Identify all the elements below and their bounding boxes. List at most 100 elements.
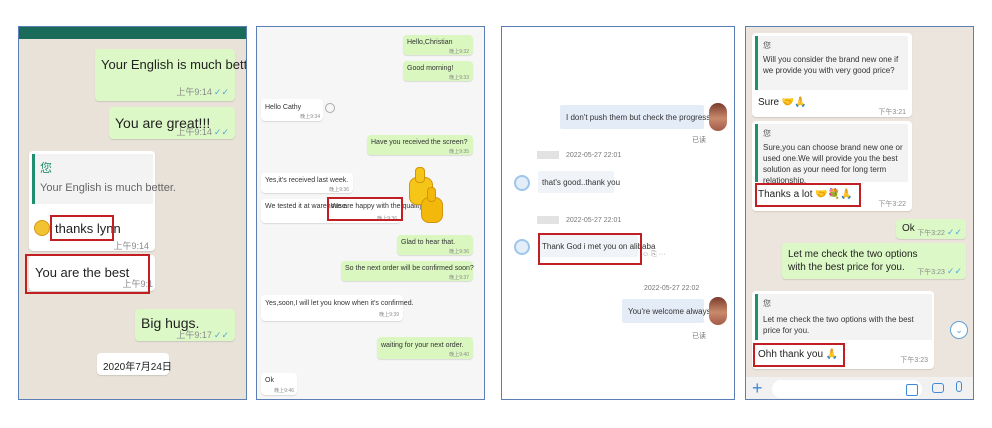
- message-time: 上午9:17 ✓✓: [176, 330, 229, 340]
- message-text: Sure 🤝🙏: [758, 97, 807, 108]
- message-time: 上午9:14: [113, 241, 149, 251]
- sticker-icon[interactable]: [906, 384, 918, 396]
- message-time: 上午9:14 ✓✓: [176, 87, 229, 97]
- incoming-message[interactable]: Hello Cathy 晚上9:34: [261, 99, 323, 121]
- message-text: You're welcome always.: [628, 307, 713, 316]
- incoming-message[interactable]: Ok 晚上9:46: [261, 373, 297, 395]
- outgoing-message[interactable]: Have you received the screen? 晚上9:35: [367, 135, 473, 155]
- read-ticks-icon: ✓✓: [946, 227, 962, 237]
- quoted-message: 您 Will you consider the brand new one if…: [755, 36, 908, 90]
- forward-icon[interactable]: [325, 103, 335, 113]
- incoming-message[interactable]: Yes,it's received last week. 晚上9:36: [261, 173, 353, 193]
- outgoing-message[interactable]: waiting for your next order. 晚上9:40: [377, 337, 473, 359]
- smiling-face-emoji-icon: [34, 220, 50, 236]
- message-time: 下午3:21: [878, 109, 906, 116]
- incoming-message[interactable]: 您 Will you consider the brand new one if…: [752, 33, 912, 117]
- message-text: waiting for your next order.: [381, 342, 464, 349]
- message-time: 晚上9:36: [449, 249, 469, 255]
- sender-name-placeholder: [537, 151, 559, 159]
- message-time: 晚上9:36: [329, 187, 349, 193]
- quoted-message: 您 Your English is much better.: [32, 154, 176, 204]
- sender-name-placeholder: [537, 216, 559, 224]
- highlight-box: [538, 233, 642, 265]
- message-text: Have you received the screen?: [371, 139, 468, 146]
- chat-screenshot-4: 您 Will you consider the brand new one if…: [745, 26, 974, 400]
- message-input[interactable]: [772, 380, 922, 398]
- chat-header-bar: [19, 27, 246, 39]
- message-time: 晚上9:35: [449, 149, 469, 155]
- highlight-box: [755, 183, 861, 207]
- message-time: 下午3:23 ✓✓: [917, 266, 962, 276]
- date-chip: 2020年7月24日: [97, 353, 172, 375]
- quote-author: 您: [763, 129, 771, 138]
- microphone-icon[interactable]: [956, 381, 962, 392]
- quoted-message: 您 Let me check the two options with the …: [755, 294, 932, 340]
- read-ticks-icon: ✓✓: [213, 127, 229, 137]
- camera-icon[interactable]: [932, 383, 944, 393]
- read-ticks-icon: ✓✓: [213, 87, 229, 97]
- message-time: 晚上9:37: [449, 275, 469, 281]
- thumbs-up-emoji-icon: [405, 167, 445, 223]
- quote-author: 您: [763, 41, 771, 50]
- outgoing-message[interactable]: Your English is much better. 上午9:14 ✓✓: [95, 49, 246, 101]
- user-avatar[interactable]: [709, 297, 727, 325]
- message-time: 晚上9:34: [300, 114, 320, 120]
- message-actions-icon[interactable]: ☺ ⎘ ···: [642, 251, 666, 259]
- highlight-box: [25, 254, 150, 294]
- message-time: 下午3:22: [878, 201, 906, 208]
- chat-screenshot-2: Hello,Christian 晚上9:32 Good morning! 晚上9…: [256, 26, 485, 400]
- highlight-box: [327, 197, 403, 221]
- add-attachment-icon[interactable]: +: [752, 378, 763, 399]
- message-text: I don't push them but check the progress…: [566, 113, 728, 122]
- outgoing-message[interactable]: You are great!!! 上午9:14 ✓✓: [109, 107, 235, 139]
- read-ticks-icon: ✓✓: [946, 266, 962, 276]
- message-time: 下午3:22 ✓✓: [917, 227, 962, 237]
- outgoing-message[interactable]: You're welcome always.: [622, 299, 713, 323]
- message-time: 晚上9:32: [449, 49, 469, 55]
- message-timestamp: 2022-05-27 22:02: [644, 285, 700, 292]
- quote-author: 您: [40, 161, 53, 175]
- contact-avatar[interactable]: [514, 239, 530, 255]
- date-chip-text: 2020年7月24日: [103, 362, 172, 373]
- sender-time: 2022-05-27 22:01: [566, 217, 622, 224]
- incoming-message[interactable]: that's good..thank you: [538, 171, 620, 193]
- message-text: that's good..thank you: [542, 178, 621, 187]
- message-text: Hello Cathy: [265, 104, 302, 111]
- quote-author: 您: [763, 299, 771, 308]
- message-text: Your English is much better.: [101, 57, 247, 72]
- scroll-down-button[interactable]: ⌄: [950, 321, 968, 339]
- outgoing-message[interactable]: So the next order will be confirmed soon…: [341, 261, 474, 281]
- chat-screenshot-3: I don't push them but check the progress…: [501, 26, 735, 400]
- message-text: Yes,soon,I will let you know when it's c…: [265, 300, 414, 307]
- message-text: Hello,Christian: [407, 39, 453, 46]
- chat-screenshot-1: Your English is much better. 上午9:14 ✓✓ Yo…: [18, 26, 247, 400]
- message-time: 上午9:14 ✓✓: [176, 127, 229, 137]
- message-text: Good morning!: [407, 65, 454, 72]
- outgoing-message[interactable]: Hello,Christian 晚上9:32: [403, 35, 473, 55]
- outgoing-message[interactable]: Good morning! 晚上9:33: [403, 61, 473, 81]
- read-ticks-icon: ✓✓: [213, 330, 229, 340]
- quoted-message: 您 Sure,you can choose brand new one or u…: [755, 124, 908, 185]
- message-text: Glad to hear that.: [401, 239, 456, 246]
- message-time: 晚上9:40: [449, 352, 469, 358]
- incoming-message[interactable]: Yes,soon,I will let you know when it's c…: [261, 295, 414, 321]
- quote-text: Your English is much better.: [40, 182, 176, 194]
- highlight-box: [753, 343, 845, 367]
- outgoing-message[interactable]: Glad to hear that. 晚上9:36: [397, 235, 473, 255]
- read-status: 已读: [692, 333, 706, 340]
- quote-text: Sure,you can choose brand new one or use…: [763, 143, 903, 185]
- message-time: 晚上9:39: [379, 312, 399, 318]
- message-time: 下午3:23: [900, 357, 928, 364]
- read-status: 已读: [692, 137, 706, 144]
- message-text: Ok: [902, 223, 915, 234]
- message-time: 晚上9:33: [449, 75, 469, 81]
- message-time: 晚上9:46: [274, 388, 294, 394]
- outgoing-message[interactable]: Big hugs. 上午9:17 ✓✓: [135, 309, 235, 341]
- contact-avatar[interactable]: [514, 175, 530, 191]
- outgoing-message[interactable]: Let me check the two options with the be…: [782, 243, 966, 279]
- user-avatar[interactable]: [709, 103, 727, 131]
- message-composer: +: [746, 377, 973, 399]
- quote-text: Will you consider the brand new one if w…: [763, 55, 899, 75]
- outgoing-message[interactable]: I don't push them but check the progress…: [560, 105, 727, 129]
- outgoing-message[interactable]: Ok 下午3:22 ✓✓: [896, 219, 966, 239]
